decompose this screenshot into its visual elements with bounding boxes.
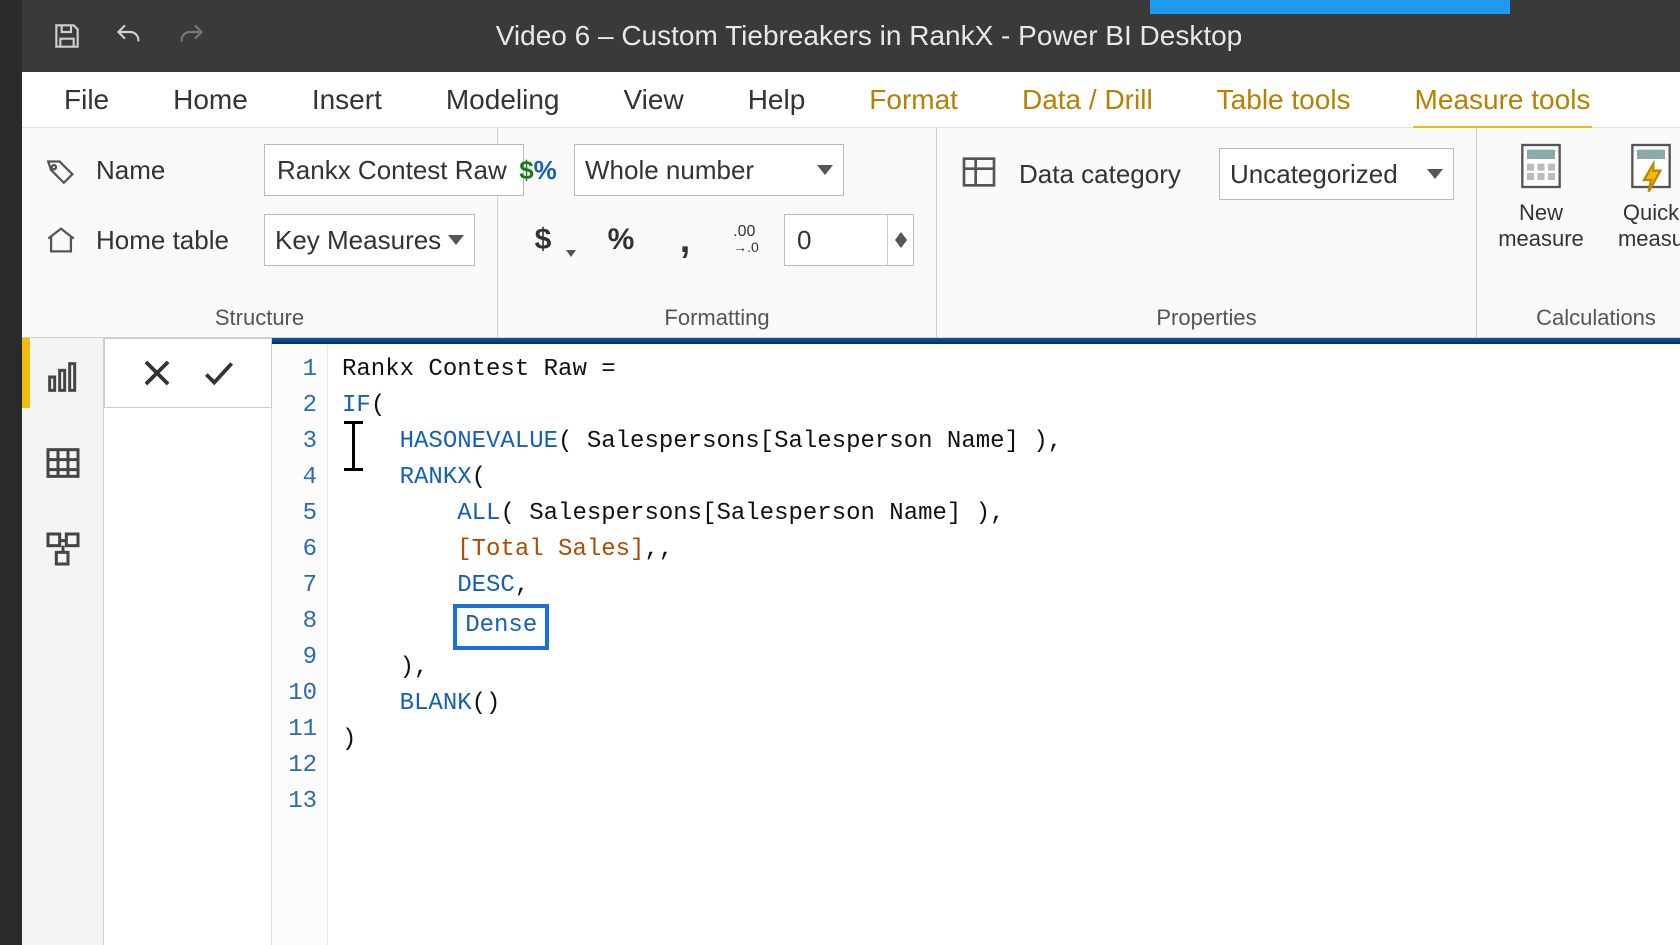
tab-data-drill[interactable]: Data / Drill bbox=[1020, 78, 1155, 122]
group-properties: Data category Uncategorized Properties bbox=[937, 128, 1477, 337]
group-formatting: $% Whole number $ % , .00→.0 0 bbox=[498, 128, 937, 337]
outer-dark-stripe bbox=[0, 0, 22, 945]
new-measure-label: New measure bbox=[1491, 200, 1591, 253]
chevron-down-icon bbox=[448, 235, 464, 245]
group-calculations: New measure Quick measu Calculations bbox=[1477, 128, 1680, 337]
group-structure: Name Home table Key Measures Structure bbox=[22, 128, 498, 337]
spinner-up[interactable] bbox=[888, 215, 913, 240]
ribbon-tabs: File Home Insert Modeling View Help Form… bbox=[22, 72, 1680, 128]
format-type-value: Whole number bbox=[585, 155, 754, 186]
text-cursor bbox=[352, 421, 355, 471]
undo-icon[interactable] bbox=[112, 19, 146, 53]
data-category-select[interactable]: Uncategorized bbox=[1219, 148, 1454, 200]
formula-side-blank bbox=[104, 408, 272, 945]
data-type-icon: $% bbox=[520, 152, 556, 188]
properties-group-label: Properties bbox=[959, 301, 1454, 331]
tab-table-tools[interactable]: Table tools bbox=[1215, 78, 1353, 122]
cancel-formula-button[interactable] bbox=[135, 351, 179, 395]
tab-format[interactable]: Format bbox=[867, 78, 960, 122]
tab-help[interactable]: Help bbox=[746, 78, 808, 122]
formula-bar-controls bbox=[104, 338, 272, 408]
home-table-value: Key Measures bbox=[275, 225, 441, 256]
home-table-icon bbox=[44, 223, 78, 257]
window-title: Video 6 – Custom Tiebreakers in RankX - … bbox=[208, 20, 1680, 52]
decimal-precision-icon[interactable]: .00→.0 bbox=[726, 217, 766, 263]
top-accent-bar bbox=[1150, 0, 1510, 14]
tab-file[interactable]: File bbox=[62, 78, 111, 122]
decimal-places-value: 0 bbox=[785, 225, 887, 256]
formatting-group-label: Formatting bbox=[520, 301, 914, 331]
line-number-gutter: 1 2 3 4 5 6 7 8 9 10 11 12 13 bbox=[272, 344, 328, 945]
save-icon[interactable] bbox=[50, 19, 84, 53]
tab-modeling[interactable]: Modeling bbox=[444, 78, 562, 122]
percent-format-button[interactable]: % bbox=[598, 217, 644, 263]
home-table-label: Home table bbox=[96, 225, 246, 256]
dax-editor[interactable]: 1 2 3 4 5 6 7 8 9 10 11 12 13 Rankx Cont… bbox=[272, 344, 1680, 945]
active-view-indicator bbox=[22, 338, 30, 408]
model-view-button[interactable] bbox=[38, 524, 88, 574]
data-category-value: Uncategorized bbox=[1230, 159, 1398, 190]
chevron-down-icon bbox=[817, 165, 833, 175]
tab-home[interactable]: Home bbox=[171, 78, 250, 122]
chevron-down-icon bbox=[1427, 169, 1443, 179]
home-table-select[interactable]: Key Measures bbox=[264, 214, 475, 266]
format-type-select[interactable]: Whole number bbox=[574, 144, 844, 196]
tab-insert[interactable]: Insert bbox=[310, 78, 384, 122]
data-category-icon bbox=[959, 152, 999, 197]
name-input[interactable] bbox=[264, 144, 524, 196]
code-area[interactable]: Rankx Contest Raw = IF( HASONEVALUE( Sal… bbox=[328, 344, 1680, 945]
name-tag-icon bbox=[44, 153, 78, 187]
currency-format-button[interactable]: $ bbox=[520, 217, 566, 263]
tab-measure-tools[interactable]: Measure tools bbox=[1413, 78, 1593, 122]
calculations-group-label: Calculations bbox=[1491, 301, 1680, 331]
commit-formula-button[interactable] bbox=[197, 351, 241, 395]
view-switcher bbox=[22, 338, 104, 945]
data-category-label: Data category bbox=[1019, 159, 1199, 190]
ribbon-body: Name Home table Key Measures Structure $… bbox=[22, 128, 1680, 338]
new-measure-button[interactable]: New measure bbox=[1491, 138, 1591, 253]
thousands-separator-button[interactable]: , bbox=[662, 217, 708, 263]
report-view-button[interactable] bbox=[38, 352, 88, 402]
name-label: Name bbox=[96, 155, 246, 186]
quick-measure-button[interactable]: Quick measu bbox=[1601, 138, 1680, 253]
decimal-places-stepper[interactable]: 0 bbox=[784, 214, 914, 266]
tab-view[interactable]: View bbox=[622, 78, 686, 122]
redo-icon[interactable] bbox=[174, 19, 208, 53]
quick-measure-label: Quick measu bbox=[1601, 200, 1680, 253]
titlebar: Video 6 – Custom Tiebreakers in RankX - … bbox=[22, 0, 1680, 72]
structure-group-label: Structure bbox=[44, 301, 475, 331]
spinner-down[interactable] bbox=[888, 240, 913, 265]
data-view-button[interactable] bbox=[38, 438, 88, 488]
